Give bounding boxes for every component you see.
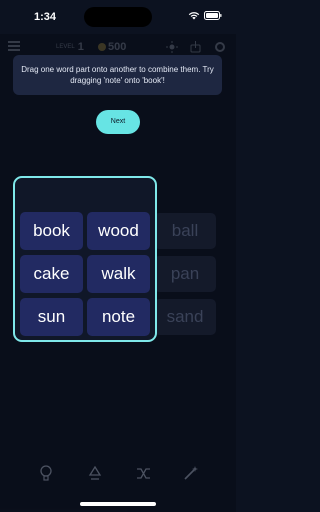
word-tile-cake[interactable]: cake bbox=[20, 255, 83, 293]
word-tile-faded[interactable]: ball bbox=[154, 213, 216, 249]
recycle-icon[interactable] bbox=[86, 464, 104, 482]
magic-wand-icon[interactable] bbox=[181, 464, 199, 482]
word-tile-note[interactable]: note bbox=[87, 298, 150, 336]
tutorial-message: Drag one word part onto another to combi… bbox=[21, 65, 214, 85]
dynamic-island bbox=[84, 7, 152, 27]
word-tile-walk[interactable]: walk bbox=[87, 255, 150, 293]
word-tile-book[interactable]: book bbox=[20, 212, 83, 250]
status-icons bbox=[188, 11, 222, 20]
lightbulb-icon[interactable] bbox=[37, 464, 55, 482]
home-indicator bbox=[80, 502, 156, 506]
word-tile-faded[interactable]: pan bbox=[154, 256, 216, 292]
word-tile-faded[interactable]: sand bbox=[154, 299, 216, 335]
next-button[interactable]: Next bbox=[96, 110, 140, 134]
status-time: 1:34 bbox=[34, 11, 57, 23]
battery-icon bbox=[204, 11, 222, 20]
status-bar: 1:34 bbox=[0, 0, 236, 34]
tutorial-tooltip: Drag one word part onto another to combi… bbox=[13, 55, 222, 95]
word-tile-sun[interactable]: sun bbox=[20, 298, 83, 336]
wifi-icon bbox=[188, 11, 200, 20]
shuffle-icon[interactable] bbox=[134, 464, 152, 482]
word-tile-wood[interactable]: wood bbox=[87, 212, 150, 250]
bottom-toolbar bbox=[0, 458, 236, 488]
